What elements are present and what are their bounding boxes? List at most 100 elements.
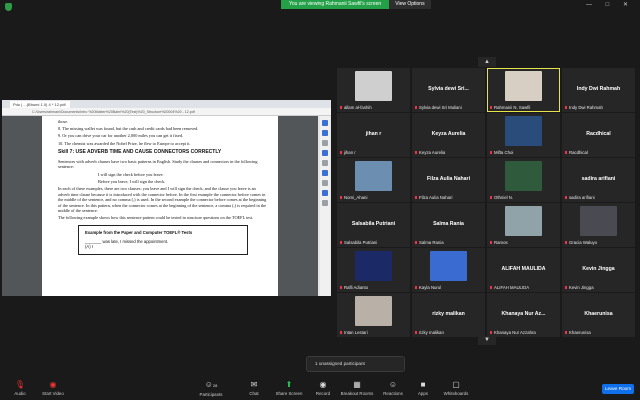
doc-example-b: Before you leave, I will sign the check.: [98, 178, 166, 184]
doc-box-option: (A) I: [85, 244, 93, 250]
microphone-muted-icon: [340, 106, 342, 109]
microphone-muted-icon: [490, 106, 492, 109]
tool-icon[interactable]: [322, 160, 328, 166]
participant-display-name: jihan r: [365, 131, 382, 137]
browser-url: C:/Users/rahmani/Documents/Intro %20Matt…: [32, 110, 195, 114]
search-icon[interactable]: [322, 120, 328, 126]
participant-tile[interactable]: Rafli Adianto: [337, 248, 410, 292]
chat-button[interactable]: ✉ Chat: [234, 380, 274, 397]
microphone-muted-icon: [340, 331, 342, 334]
participant-tile[interactable]: sadira arifiani sadira arifiani: [562, 158, 635, 202]
participant-tile[interactable]: Nomi_Ahani: [337, 158, 410, 202]
participant-name-label: Khaerunisa: [569, 330, 591, 335]
participant-tile[interactable]: jihan r jihan r: [337, 113, 410, 157]
browser-tab: Pdu | ...(Bhumi 1.0) 4 * 12.pdf: [10, 101, 70, 108]
microphone-muted-icon: [415, 196, 417, 199]
annotate-icon[interactable]: [322, 130, 328, 136]
participant-name-label: Keyza Aurelia: [419, 150, 446, 155]
participant-display-name: Kevin Jingga: [582, 266, 615, 272]
chat-label: Chat: [249, 391, 259, 396]
microphone-muted-icon: [340, 151, 342, 154]
participant-display-name: Khaerunisa: [584, 311, 613, 317]
tool-icon[interactable]: [322, 140, 328, 146]
doc-example-a: I will sign the check before you leave.: [98, 171, 164, 177]
start-video-button[interactable]: ◉ Start Video: [33, 380, 73, 397]
gallery-page-down[interactable]: ▼: [478, 336, 496, 345]
doc-example-10: 10. The chemist was awarded the Nobel Pr…: [58, 140, 191, 146]
pdf-sidebar-tools: [320, 116, 330, 296]
participant-tile[interactable]: Mifta Choi: [487, 113, 560, 157]
microphone-muted-icon: [490, 331, 492, 334]
participant-name-label: Indy Dwi Rahmah: [569, 105, 603, 110]
participant-tile[interactable]: Filza Aulia Nahari Filza Aulia Nahari: [412, 158, 485, 202]
breakout-rooms-button[interactable]: ▦ Breakout Rooms: [337, 380, 377, 397]
highlight-icon[interactable]: [322, 150, 328, 156]
participant-tile[interactable]: ALIFAH MAULIDA ALIFAH MAULIDA: [487, 248, 560, 292]
participant-display-name: Khanaya Nur Az...: [501, 311, 546, 317]
participant-name-label: Nomi_Ahani: [344, 195, 368, 200]
participant-name-label: Mifta Choi: [494, 150, 514, 155]
leave-room-button[interactable]: Leave Room: [602, 384, 634, 394]
window-controls[interactable]: — □ ✕: [586, 1, 634, 8]
participant-tile[interactable]: Keyza Aurelia Keyza Aurelia: [412, 113, 485, 157]
breakout-rooms-icon: ▦: [353, 380, 361, 389]
add-icon[interactable]: [322, 200, 328, 206]
participant-name-label: Gracia Waluyo: [569, 240, 598, 245]
microphone-muted-icon: [415, 241, 417, 244]
participant-name-label: Kayla Nurul: [419, 285, 442, 290]
microphone-muted-icon: [415, 151, 417, 154]
participant-tile[interactable]: Rahmanii N. Sawfil: [487, 68, 560, 112]
participant-tile[interactable]: Ramos: [487, 203, 560, 247]
doc-example-box: Example from the Paper and Computer TOEF…: [78, 225, 248, 256]
participants-button[interactable]: ☺28 Participants: [191, 380, 231, 398]
participant-tile[interactable]: Khanaya Nur Az... Khanaya Nur Azzahra: [487, 293, 560, 337]
participant-tile[interactable]: Racdhical Racdhical: [562, 113, 635, 157]
participant-tile[interactable]: Khaerunisa Khaerunisa: [562, 293, 635, 337]
unassigned-participant-notice[interactable]: 1 unassigned participant: [306, 356, 405, 372]
participant-name-label: ALIFAH MAULIDA: [494, 285, 530, 290]
microphone-muted-icon: [565, 151, 567, 154]
gallery-page-up[interactable]: ▲: [478, 57, 496, 67]
doc-example-8: 8. The missing wallet was found, but the…: [58, 126, 199, 132]
participant-tile[interactable]: Gracia Waluyo: [562, 203, 635, 247]
participant-name-label: Ramos: [494, 240, 508, 245]
participant-tile[interactable]: Kevin Jingga Kevin Jingga: [562, 248, 635, 292]
viewing-banner: You are viewing Rahmanii Sawfil's screen…: [281, 0, 431, 9]
shared-screen: Pdu | ...(Bhumi 1.0) 4 * 12.pdf C:/Users…: [2, 100, 331, 296]
participant-tile[interactable]: Othniel N.: [487, 158, 560, 202]
microphone-muted-icon: [340, 196, 342, 199]
security-shield-icon[interactable]: [5, 3, 12, 11]
participant-name-label: rizky malikan: [419, 330, 444, 335]
whiteboards-button[interactable]: ▢ Whiteboards: [436, 380, 476, 397]
view-options-button[interactable]: View Options: [389, 0, 431, 9]
pdf-viewer: those. 8. The missing wallet was found, …: [2, 116, 318, 296]
participant-tile[interactable]: Kayla Nurul: [412, 248, 485, 292]
participant-display-name: Salma Rania: [433, 221, 464, 227]
participant-tile[interactable]: Salsabila Putriani Salsabila Putriani: [337, 203, 410, 247]
participant-name-label: Salsabila Putriani: [344, 240, 378, 245]
microphone-muted-icon: [490, 286, 492, 289]
participant-tile[interactable]: Intan Lestari: [337, 293, 410, 337]
doc-fragment: those.: [58, 119, 69, 124]
office-icon[interactable]: [322, 190, 328, 196]
participant-display-name: Keyza Aurelia: [431, 131, 466, 137]
participant-tile[interactable]: Salma Rania Salma Rania: [412, 203, 485, 247]
participants-icon: ☺28: [204, 380, 218, 389]
participant-display-name: Salsabila Putriani: [351, 221, 396, 227]
participant-video: [505, 71, 542, 101]
tool-icon[interactable]: [322, 180, 328, 186]
doc-paragraph-3: The following example shows how this sen…: [58, 215, 254, 221]
microphone-muted-icon: [340, 286, 342, 289]
participant-display-name: rizky malikan: [432, 311, 465, 317]
participant-tile[interactable]: allam al-fashih: [337, 68, 410, 112]
participant-tile[interactable]: rizky malikan rizky malikan: [412, 293, 485, 337]
participant-name-label: Rahmanii N. Sawfil: [494, 105, 531, 110]
browser-tabbar: Pdu | ...(Bhumi 1.0) 4 * 12.pdf: [2, 100, 331, 108]
translate-icon[interactable]: [322, 170, 328, 176]
breakout-rooms-label: Breakout Rooms: [340, 391, 374, 396]
participant-tile[interactable]: Sylvia dewi Sri... Sylvia dewi Sri Mulian…: [412, 68, 485, 112]
pdf-page: those. 8. The missing wallet was found, …: [42, 116, 278, 296]
participant-tile[interactable]: Indy Dwi Rahmah Indy Dwi Rahmah: [562, 68, 635, 112]
microphone-muted-icon: [565, 331, 567, 334]
participant-display-name: Indy Dwi Rahmah: [576, 86, 621, 92]
